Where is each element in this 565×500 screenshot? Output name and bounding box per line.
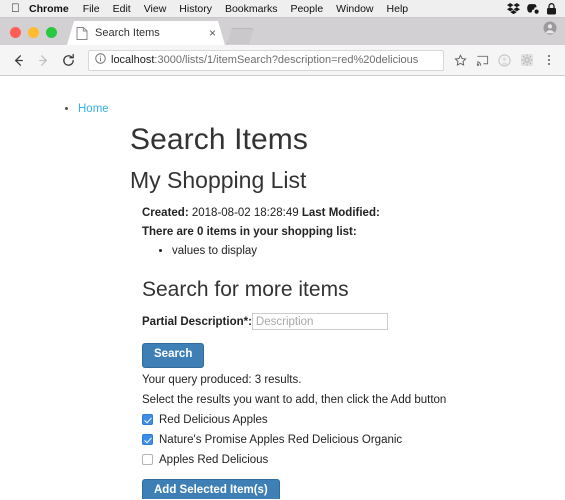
reload-icon[interactable] [57, 49, 79, 71]
browser-toolbar: localhost:3000/lists/1/itemSearch?descri… [0, 45, 565, 76]
menu-item-chrome[interactable]: Chrome [29, 3, 69, 15]
home-link[interactable]: Home [78, 103, 109, 115]
item-count-row: There are 0 items in your shopping list: [142, 226, 553, 238]
os-menu-tray [507, 2, 559, 15]
menu-item-people[interactable]: People [290, 3, 323, 15]
result-label: Apples Red Delicious [159, 453, 269, 466]
close-button[interactable] [10, 27, 21, 38]
modified-label: Last Modified: [301, 207, 380, 219]
extension-puzzle-icon[interactable] [517, 49, 536, 71]
list-metadata: Created: 2018-08-02 18:28:49 Last Modifi… [130, 207, 553, 238]
back-arrow-icon[interactable] [7, 49, 29, 71]
apple-logo-icon[interactable]:  [11, 2, 20, 14]
menu-item-file[interactable]: File [83, 3, 100, 15]
breadcrumb: Home [78, 103, 565, 115]
menu-item-bookmarks[interactable]: Bookmarks [225, 3, 278, 15]
result-checkbox[interactable] [142, 414, 153, 425]
query-result-count: Your query produced: 3 results. [142, 373, 302, 386]
shopping-item-list: values to display [172, 245, 553, 257]
browser-tab[interactable]: Search Items × [67, 21, 225, 45]
tab-title: Search Items [95, 27, 160, 39]
window-controls [0, 27, 67, 45]
cast-icon[interactable] [473, 49, 492, 71]
address-bar[interactable]: localhost:3000/lists/1/itemSearch?descri… [88, 49, 444, 71]
menu-item-edit[interactable]: Edit [113, 3, 131, 15]
page-content: Search Items My Shopping List Created: 2… [0, 123, 565, 499]
dropbox-icon[interactable] [507, 3, 520, 14]
created-label: Created: [142, 207, 189, 219]
tab-close-icon[interactable]: × [206, 27, 219, 39]
star-icon[interactable] [451, 49, 470, 71]
result-option-row[interactable]: Nature's Promise Apples Red Delicious Or… [130, 434, 553, 446]
breadcrumb-item-home: Home [78, 103, 565, 115]
new-tab-button[interactable] [227, 28, 254, 44]
partial-description-label: Partial Description*: [142, 315, 252, 328]
minimize-button[interactable] [28, 27, 39, 38]
result-option-row[interactable]: Apples Red Delicious [130, 454, 553, 466]
item-count-text: There are 0 items in your shopping list: [142, 226, 357, 238]
menu-item-window[interactable]: Window [336, 3, 373, 15]
document-icon [76, 27, 88, 40]
menu-item-help[interactable]: Help [387, 3, 409, 15]
url-text: localhost:3000/lists/1/itemSearch?descri… [111, 54, 418, 66]
result-checkbox[interactable] [142, 454, 153, 465]
maximize-button[interactable] [46, 27, 57, 38]
info-circle-icon[interactable] [95, 51, 106, 69]
search-input[interactable] [251, 313, 388, 330]
result-option-row[interactable]: Red Delicious Apples [130, 414, 553, 426]
profile-avatar-icon[interactable] [543, 21, 565, 45]
list-name-heading: My Shopping List [130, 167, 307, 193]
three-dot-menu-icon[interactable] [539, 49, 558, 71]
result-label: Red Delicious Apples [159, 413, 268, 426]
metadata-dates-row: Created: 2018-08-02 18:28:49 Last Modifi… [142, 207, 553, 219]
evernote-icon[interactable] [527, 3, 539, 15]
menu-item-history[interactable]: History [179, 3, 212, 15]
browser-tab-strip: Search Items × [0, 18, 565, 45]
search-form-row: Partial Description*: [130, 313, 553, 330]
result-checkbox[interactable] [142, 434, 153, 445]
page-title: Search Items [130, 123, 308, 156]
result-label: Nature's Promise Apples Red Delicious Or… [159, 433, 403, 446]
menu-item-view[interactable]: View [144, 3, 167, 15]
lock-icon[interactable] [546, 2, 557, 15]
page-viewport: Home Search Items My Shopping List Creat… [0, 76, 565, 499]
forward-arrow-icon [32, 49, 54, 71]
url-path: :3000/lists/1/itemSearch?description=red… [154, 54, 419, 66]
url-host: localhost [111, 54, 155, 66]
selection-instruction: Select the results you want to add, then… [142, 393, 447, 406]
list-item: values to display [172, 245, 553, 257]
add-selected-items-button[interactable]: Add Selected Item(s) [142, 478, 280, 499]
search-section-heading: Search for more items [142, 278, 349, 301]
profile-avatar-icon[interactable] [495, 49, 514, 71]
search-button[interactable]: Search [142, 343, 205, 368]
created-value: 2018-08-02 18:28:49 [191, 207, 299, 219]
os-menu-bar:  Chrome File Edit View History Bookmark… [0, 0, 565, 18]
